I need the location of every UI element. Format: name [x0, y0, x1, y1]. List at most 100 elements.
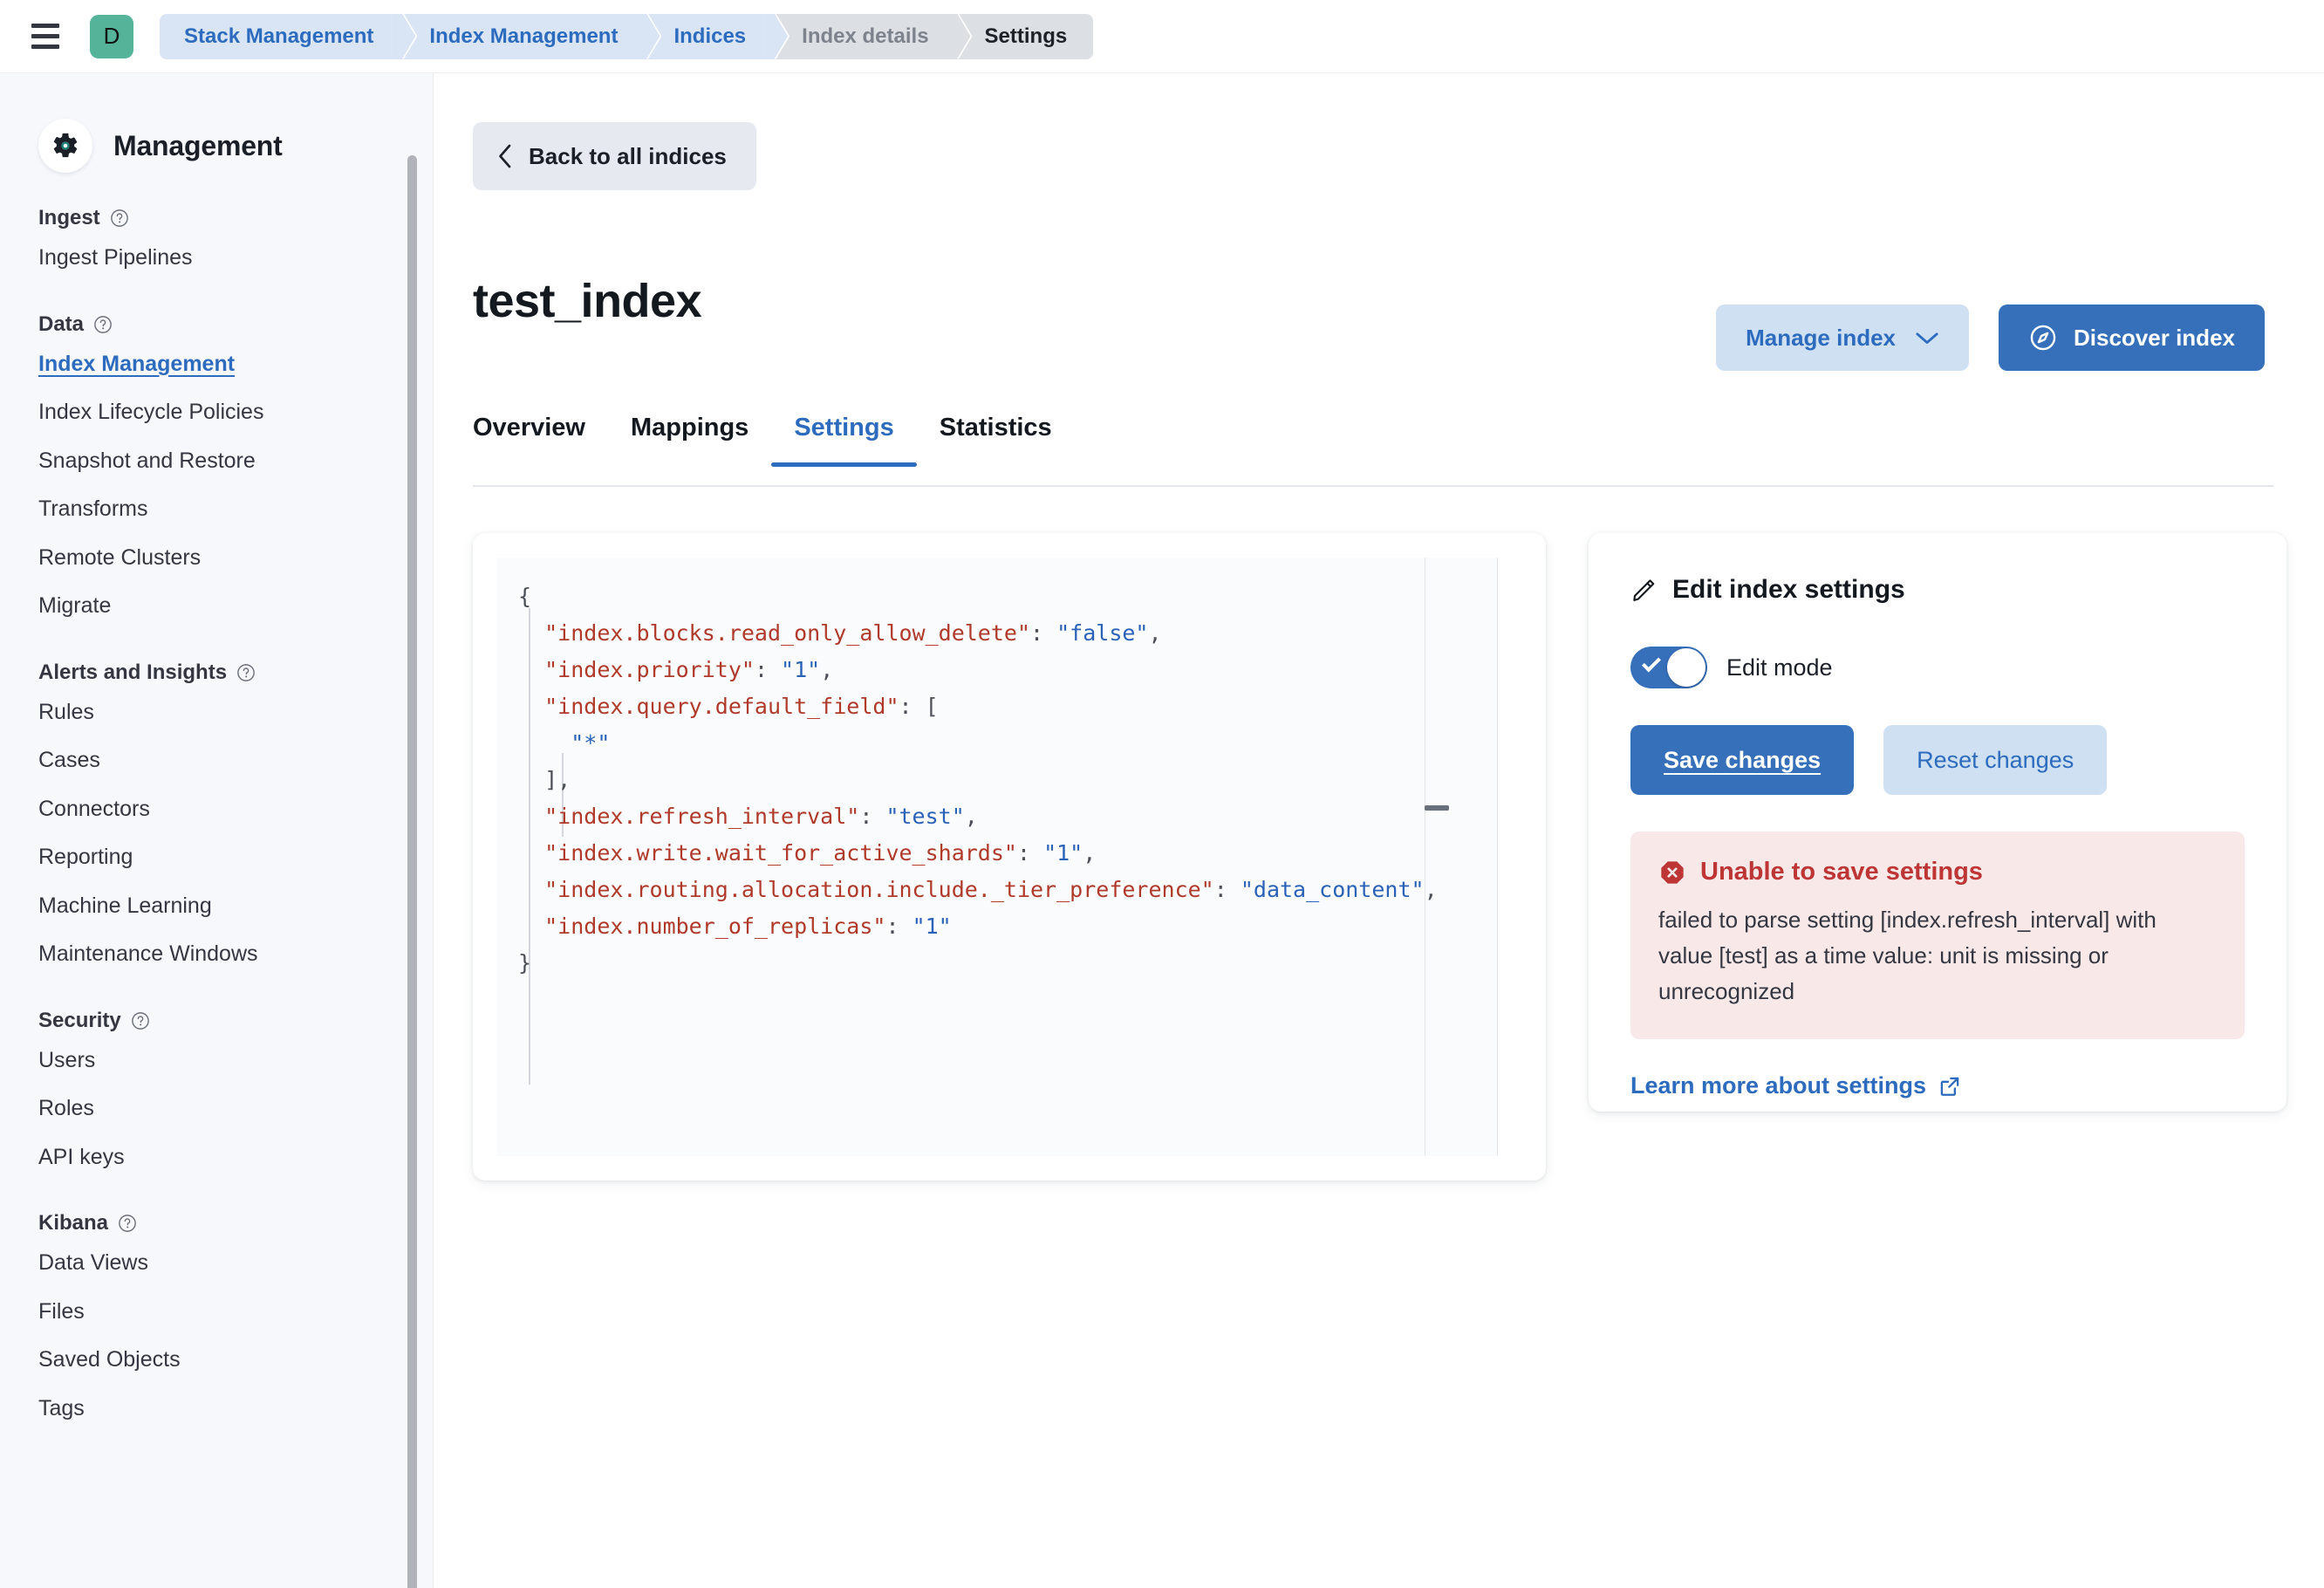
panel-buttons: Save changes Reset changes — [1630, 725, 2245, 795]
code-line: ], — [544, 767, 571, 792]
sidebar-item-snapshot-and-restore[interactable]: Snapshot and Restore — [38, 437, 434, 486]
question-circle-icon — [110, 209, 128, 227]
sidebar-item-roles[interactable]: Roles — [38, 1085, 434, 1133]
manage-index-button[interactable]: Manage index — [1716, 305, 1970, 371]
learn-more-label: Learn more about settings — [1630, 1072, 1927, 1099]
chevron-down-icon — [1916, 332, 1938, 344]
main-content: Back to all indices test_index Manage in… — [434, 73, 2324, 1588]
sidebar-item-transforms[interactable]: Transforms — [38, 485, 434, 534]
error-callout-body: failed to parse setting [index.refresh_i… — [1658, 907, 2157, 1004]
sidebar-section-security: Security — [38, 1009, 434, 1033]
check-icon — [1642, 653, 1661, 673]
sidebar-item-remote-clusters[interactable]: Remote Clusters — [38, 534, 434, 583]
error-callout-title: Unable to save settings — [1700, 858, 1983, 886]
editor-resize-handle[interactable] — [1425, 805, 1449, 811]
code-line: "*" — [571, 730, 611, 756]
reset-changes-button[interactable]: Reset changes — [1883, 725, 2108, 795]
sidebar-section-alerts-and-insights: Alerts and Insights — [38, 661, 434, 685]
tab-statistics[interactable]: Statistics — [917, 414, 1075, 465]
sidebar-item-cases[interactable]: Cases — [38, 736, 434, 785]
sidebar-item-connectors[interactable]: Connectors — [38, 785, 434, 834]
breadcrumb-item-stack-management[interactable]: Stack Management — [160, 13, 404, 59]
save-changes-button[interactable]: Save changes — [1630, 725, 1855, 795]
tab-bar: Overview Mappings Settings Statistics — [473, 414, 2273, 487]
editor-right-divider — [1497, 558, 1498, 1156]
tab-mappings[interactable]: Mappings — [608, 414, 771, 465]
sidebar-item-index-management[interactable]: Index Management — [38, 340, 434, 389]
discover-index-button[interactable]: Discover index — [1999, 305, 2265, 371]
sidebar-item-ingest-pipelines[interactable]: Ingest Pipelines — [38, 234, 434, 283]
error-callout: Unable to save settings failed to parse … — [1630, 832, 2245, 1039]
code-line: } — [518, 950, 532, 975]
hamburger-menu-icon[interactable] — [24, 16, 66, 58]
question-circle-icon — [237, 663, 255, 681]
edit-index-settings-panel: Edit index settings Edit mode Save chang… — [1589, 533, 2286, 1112]
sidebar-section-data: Data — [38, 312, 434, 337]
code-line: "index.routing.allocation.include._tier_… — [544, 877, 1438, 902]
settings-json: { "index.blocks.read_only_allow_delete":… — [518, 578, 1438, 982]
code-line: "index.number_of_replicas": "1" — [544, 914, 952, 939]
sidebar-section-ingest: Ingest — [38, 206, 434, 230]
question-circle-icon — [94, 315, 112, 333]
edit-mode-toggle[interactable] — [1630, 647, 1707, 688]
sidebar-section-label: Data — [38, 311, 85, 336]
settings-editor-card: { "index.blocks.read_only_allow_delete":… — [473, 533, 1546, 1181]
page-title: test_index — [473, 275, 702, 327]
sidebar-item-tags[interactable]: Tags — [38, 1385, 434, 1434]
edit-mode-label: Edit mode — [1726, 654, 1833, 681]
learn-more-link[interactable]: Learn more about settings — [1630, 1072, 2245, 1099]
code-line: "index.blocks.read_only_allow_delete": "… — [544, 620, 1162, 646]
discover-index-label: Discover index — [2074, 324, 2235, 351]
code-line: "index.priority": "1", — [544, 657, 834, 682]
sidebar-item-index-lifecycle-policies[interactable]: Index Lifecycle Policies — [38, 388, 434, 437]
tab-overview[interactable]: Overview — [473, 414, 608, 465]
sidebar-item-files[interactable]: Files — [38, 1288, 434, 1337]
sidebar-item-saved-objects[interactable]: Saved Objects — [38, 1336, 434, 1385]
edit-mode-row: Edit mode — [1630, 647, 2245, 688]
sidebar-item-api-keys[interactable]: API keys — [38, 1133, 434, 1182]
sidebar-scrollbar[interactable] — [407, 155, 417, 1588]
error-octagon-icon — [1661, 860, 1684, 884]
sidebar-item-maintenance-windows[interactable]: Maintenance Windows — [38, 930, 434, 979]
manage-index-label: Manage index — [1746, 324, 1897, 351]
sidebar: Management Ingest Ingest Pipelines Data Ind… — [0, 73, 434, 1588]
compass-icon — [2030, 325, 2056, 351]
sidebar-item-reporting[interactable]: Reporting — [38, 833, 434, 882]
error-callout-title-row: Unable to save settings — [1658, 858, 2217, 886]
breadcrumb-item-settings: Settings — [958, 13, 1094, 59]
sidebar-section-label: Kibana — [38, 1211, 109, 1235]
panel-title: Edit index settings — [1672, 575, 1905, 604]
top-bar: D Stack Management Index Management Indice… — [0, 0, 2324, 73]
pencil-icon — [1633, 579, 1655, 601]
code-line: { — [518, 584, 532, 609]
back-to-all-indices-button[interactable]: Back to all indices — [473, 122, 756, 190]
external-link-icon — [1940, 1077, 1959, 1096]
sidebar-item-migrate[interactable]: Migrate — [38, 582, 434, 631]
sidebar-section-label: Alerts and Insights — [38, 660, 228, 684]
breadcrumb-item-index-details[interactable]: Index details — [776, 13, 959, 59]
sidebar-item-machine-learning[interactable]: Machine Learning — [38, 882, 434, 931]
toggle-knob — [1667, 648, 1705, 687]
sidebar-title: Management — [113, 129, 283, 161]
tab-settings[interactable]: Settings — [771, 414, 918, 467]
panel-title-row: Edit index settings — [1630, 575, 2245, 605]
breadcrumb-item-index-management[interactable]: Index Management — [403, 13, 648, 59]
back-button-label: Back to all indices — [529, 142, 727, 169]
code-line: "index.write.wait_for_active_shards": "1… — [544, 840, 1097, 866]
question-circle-icon — [131, 1011, 149, 1030]
code-line: "index.query.default_field": [ — [544, 694, 939, 719]
sidebar-section-label: Ingest — [38, 206, 100, 229]
sidebar-section-label: Security — [38, 1008, 121, 1032]
breadcrumb-item-indices[interactable]: Indices — [647, 13, 776, 59]
sidebar-item-data-views[interactable]: Data Views — [38, 1239, 434, 1288]
header-actions: Manage index Discover index — [1716, 305, 2265, 371]
sidebar-item-users[interactable]: Users — [38, 1037, 434, 1085]
sidebar-app-header: Management — [38, 73, 434, 206]
question-circle-icon — [119, 1215, 136, 1232]
sidebar-item-rules[interactable]: Rules — [38, 688, 434, 737]
settings-code-editor[interactable]: { "index.blocks.read_only_allow_delete":… — [497, 558, 1498, 1156]
breadcrumb: Stack Management Index Management Indices I… — [160, 13, 1094, 59]
avatar[interactable]: D — [90, 14, 133, 58]
code-line: "index.refresh_interval": "test", — [544, 804, 978, 829]
gear-icon — [38, 119, 92, 173]
